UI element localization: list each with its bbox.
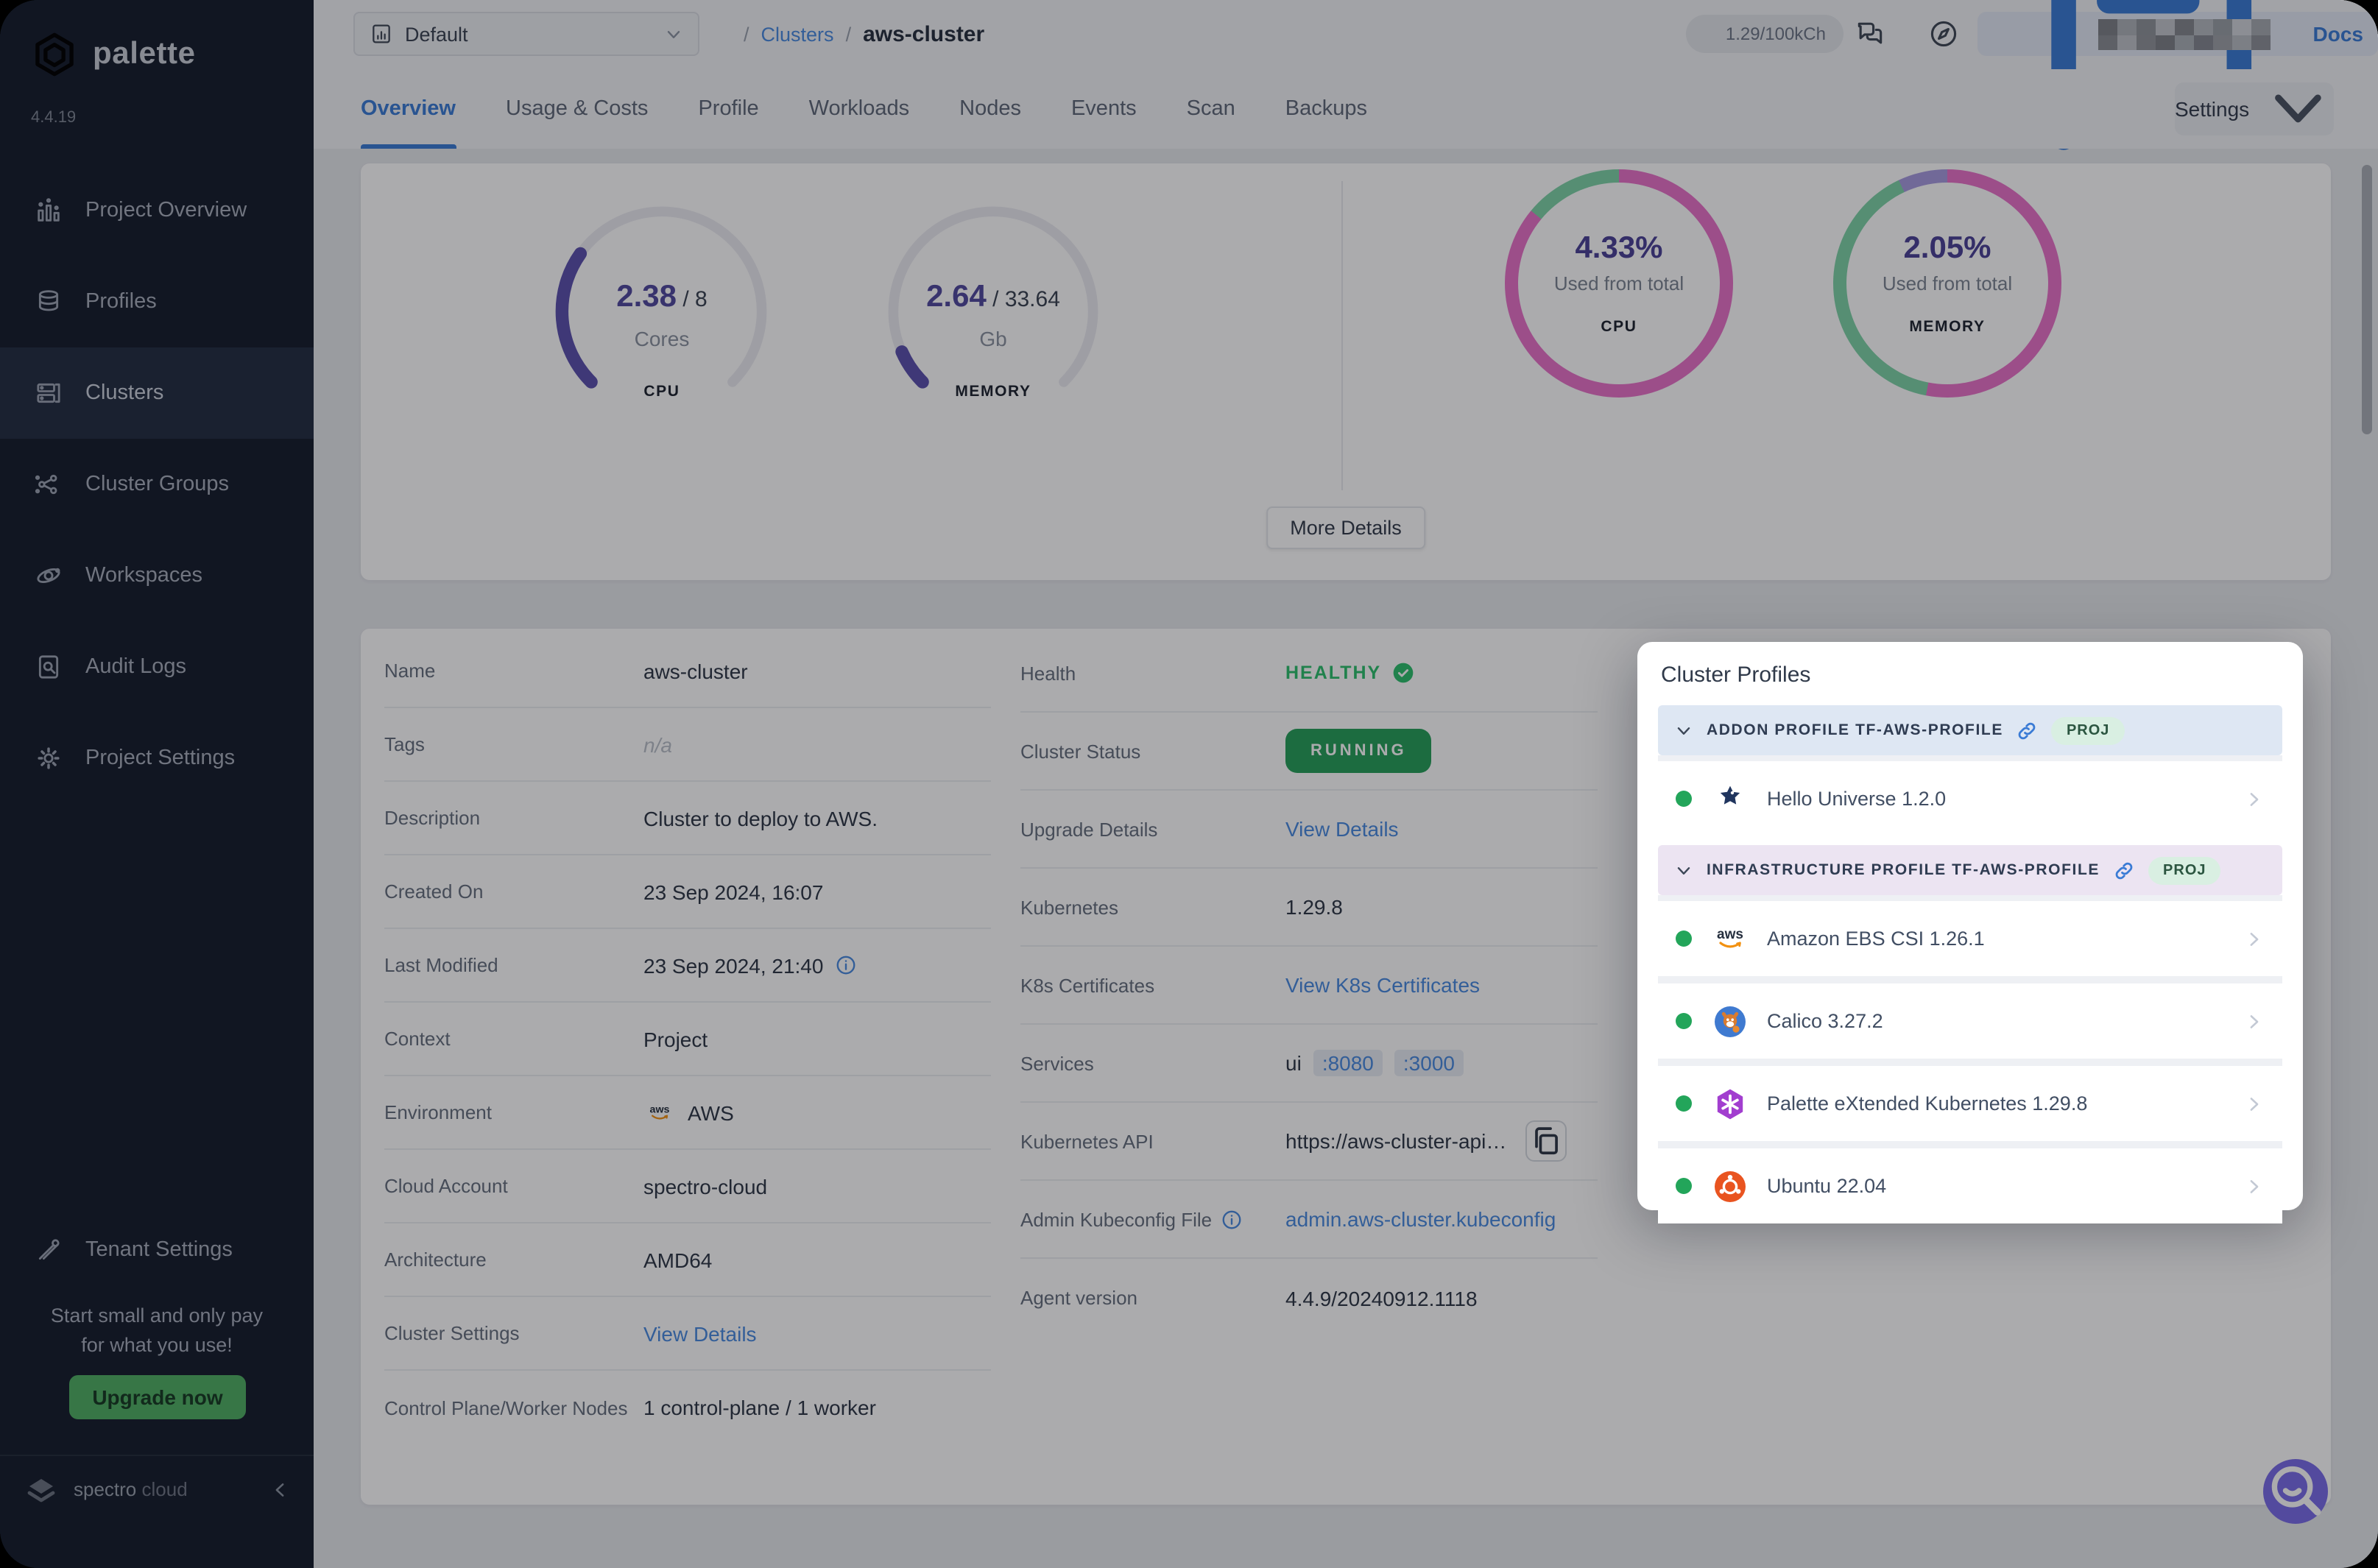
popup-sections: ADDON PROFILE TF-AWS-PROFILE PROJ Hello Un…	[1658, 705, 2282, 1223]
pack-name: Calico 3.27.2	[1767, 1010, 1883, 1032]
chevron-right-icon	[2244, 928, 2265, 949]
scope-badge: PROJ	[2052, 716, 2124, 744]
stage: palette 4.4.19 Project OverviewProfilesC…	[0, 0, 2378, 1568]
pack-name: Amazon EBS CSI 1.26.1	[1767, 928, 1985, 950]
hello-universe-icon	[1712, 781, 1748, 816]
svg-text:aws: aws	[1717, 926, 1743, 942]
profile-pack-row[interactable]: Ubuntu 22.04	[1658, 1148, 2282, 1223]
pack-name: Ubuntu 22.04	[1767, 1175, 1886, 1197]
profile-pack-row[interactable]: Calico 3.27.2	[1658, 983, 2282, 1059]
status-dot	[1676, 1095, 1692, 1112]
pxk-icon	[1712, 1086, 1748, 1121]
status-dot	[1676, 791, 1692, 807]
link-icon	[2017, 719, 2039, 741]
profile-section-title: INFRASTRUCTURE PROFILE TF-AWS-PROFILE	[1707, 861, 2100, 879]
profile-items: aws Amazon EBS CSI 1.26.1 Calico 3.27.2 Pal…	[1658, 895, 2282, 1223]
profile-items: Hello Universe 1.2.0	[1658, 755, 2282, 836]
calico-icon	[1712, 1003, 1748, 1039]
popup-title: Cluster Profiles	[1661, 663, 2282, 688]
profile-section-title: ADDON PROFILE TF-AWS-PROFILE	[1707, 721, 2003, 739]
link-icon	[2113, 859, 2135, 881]
profile-pack-row[interactable]: Hello Universe 1.2.0	[1658, 761, 2282, 836]
cluster-profiles-popup: Cluster Profiles ADDON PROFILE TF-AWS-PR…	[1637, 642, 2303, 1210]
chevron-right-icon	[2244, 788, 2265, 809]
pack-name: Palette eXtended Kubernetes 1.29.8	[1767, 1092, 2087, 1115]
chevron-right-icon	[2244, 1011, 2265, 1031]
status-dot	[1676, 1013, 1692, 1029]
profile-section-header[interactable]: INFRASTRUCTURE PROFILE TF-AWS-PROFILE PRO…	[1658, 845, 2282, 895]
app-window: palette 4.4.19 Project OverviewProfilesC…	[0, 0, 2378, 1568]
scope-badge: PROJ	[2148, 856, 2220, 884]
status-dot	[1676, 1178, 1692, 1194]
chevron-down-icon	[1674, 861, 1693, 880]
chevron-right-icon	[2244, 1093, 2265, 1114]
pack-name: Hello Universe 1.2.0	[1767, 788, 1946, 810]
chevron-down-icon	[1674, 721, 1693, 740]
chevron-right-icon	[2244, 1176, 2265, 1196]
ubuntu-icon	[1712, 1168, 1748, 1204]
profile-section-header[interactable]: ADDON PROFILE TF-AWS-PROFILE PROJ	[1658, 705, 2282, 755]
profile-pack-row[interactable]: aws Amazon EBS CSI 1.26.1	[1658, 901, 2282, 976]
aws-icon: aws	[1712, 921, 1748, 956]
profile-pack-row[interactable]: Palette eXtended Kubernetes 1.29.8	[1658, 1066, 2282, 1141]
status-dot	[1676, 930, 1692, 947]
